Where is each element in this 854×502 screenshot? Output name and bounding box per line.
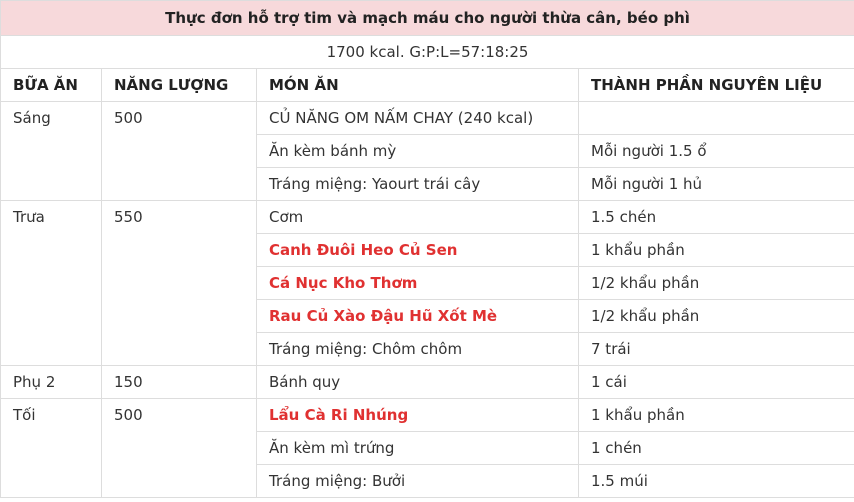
menu-table: Thực đơn hỗ trợ tim và mạch máu cho ngườ… bbox=[0, 0, 854, 498]
dish-amount: 1/2 khẩu phần bbox=[577, 299, 854, 333]
header-dish: MÓN ĂN bbox=[256, 68, 579, 102]
header-meal: BỮA ĂN bbox=[0, 68, 102, 102]
dish-name: Tráng miệng: Chôm chôm bbox=[256, 332, 579, 366]
dish-amount: 1 cái bbox=[577, 365, 854, 399]
dish-amount: Mỗi người 1 hủ bbox=[577, 167, 854, 201]
meal-name: Phụ 2 bbox=[0, 365, 102, 399]
meal-name: Sáng bbox=[0, 101, 102, 201]
dish-amount: 7 trái bbox=[577, 332, 854, 366]
dish-link[interactable]: Canh Đuôi Heo Củ Sen bbox=[256, 233, 579, 267]
meal-energy: 500 bbox=[101, 398, 257, 498]
table-row: Tối 500 Lẩu Cà Ri Nhúng 1 khẩu phần bbox=[0, 398, 854, 498]
dish-link[interactable]: Rau Củ Xào Đậu Hũ Xốt Mè bbox=[256, 299, 579, 333]
meal-energy: 550 bbox=[101, 200, 257, 366]
dish-amount: 1 khẩu phần bbox=[577, 398, 854, 432]
dish-name: Cơm bbox=[256, 200, 579, 234]
table-row: Phụ 2 150 Bánh quy 1 cái bbox=[0, 365, 854, 399]
title-row: Thực đơn hỗ trợ tim và mạch máu cho ngườ… bbox=[0, 0, 854, 36]
table-row: Sáng 500 CỦ NĂNG OM NẤM CHAY (240 kcal) bbox=[0, 101, 854, 201]
dish-amount: 1 chén bbox=[577, 431, 854, 465]
dish-amount: 1 khẩu phần bbox=[577, 233, 854, 267]
menu-table-body: Thực đơn hỗ trợ tim và mạch máu cho ngườ… bbox=[0, 0, 854, 498]
dish-amount bbox=[577, 101, 854, 135]
dish-amount: 1/2 khẩu phần bbox=[577, 266, 854, 300]
meal-name: Trưa bbox=[0, 200, 102, 366]
dish-name: Tráng miệng: Bưởi bbox=[256, 464, 579, 498]
header-row: BỮA ĂN NĂNG LƯỢNG MÓN ĂN THÀNH PHẦN NGUY… bbox=[0, 68, 854, 102]
dish-name: Tráng miệng: Yaourt trái cây bbox=[256, 167, 579, 201]
menu-subtitle: 1700 kcal. G:P:L=57:18:25 bbox=[0, 35, 854, 69]
dish-amount: 1.5 chén bbox=[577, 200, 854, 234]
menu-title: Thực đơn hỗ trợ tim và mạch máu cho ngườ… bbox=[0, 0, 854, 36]
dish-link[interactable]: Lẩu Cà Ri Nhúng bbox=[256, 398, 579, 432]
table-row: Trưa 550 Cơm 1.5 chén bbox=[0, 200, 854, 366]
dish-name: Bánh quy bbox=[256, 365, 579, 399]
meal-energy: 150 bbox=[101, 365, 257, 399]
dish-name: Ăn kèm bánh mỳ bbox=[256, 134, 579, 168]
dish-link[interactable]: Cá Nục Kho Thơm bbox=[256, 266, 579, 300]
header-energy: NĂNG LƯỢNG bbox=[101, 68, 257, 102]
subtitle-row: 1700 kcal. G:P:L=57:18:25 bbox=[0, 35, 854, 69]
dish-amount: Mỗi người 1.5 ổ bbox=[577, 134, 854, 168]
meal-energy: 500 bbox=[101, 101, 257, 201]
dish-name: CỦ NĂNG OM NẤM CHAY (240 kcal) bbox=[256, 101, 579, 135]
meal-name: Tối bbox=[0, 398, 102, 498]
header-ingredients: THÀNH PHẦN NGUYÊN LIỆU bbox=[577, 68, 854, 102]
dish-name: Ăn kèm mì trứng bbox=[256, 431, 579, 465]
dish-amount: 1.5 múi bbox=[577, 464, 854, 498]
